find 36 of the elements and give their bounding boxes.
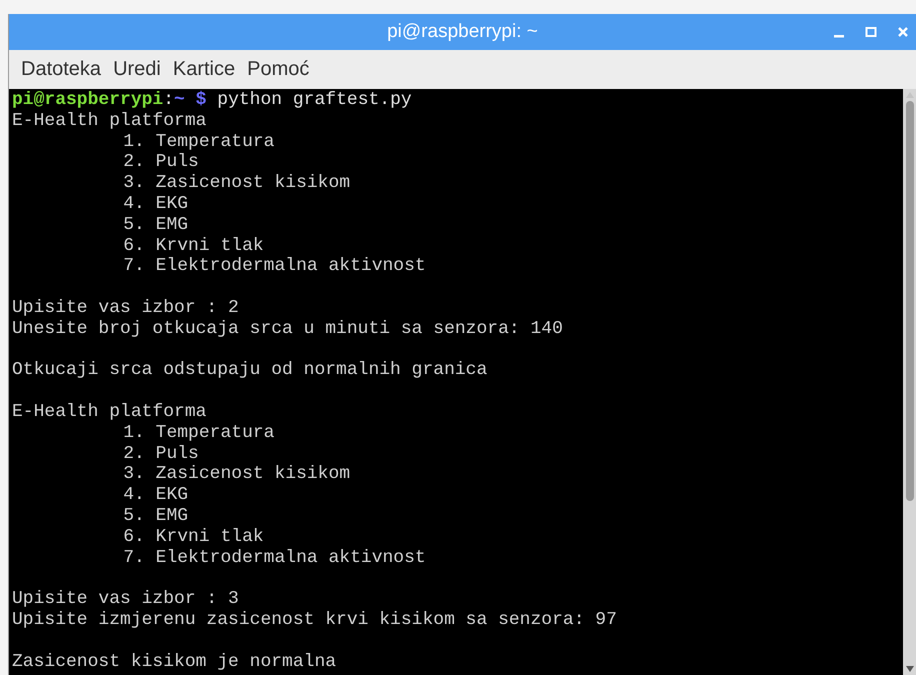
menu-option-line: 5. EMG: [123, 506, 188, 526]
output-line: Zasicenost kisikom je normalna: [12, 652, 336, 672]
menu-option-line: 5. EMG: [123, 214, 188, 235]
output-line: E-Health platforma: [12, 402, 206, 422]
menu-option-line: 3. Zasicenost kisikom: [123, 173, 350, 194]
prompt-user-host: pi@raspberrypi: [12, 90, 164, 110]
scrollbar-thumb[interactable]: [906, 101, 914, 501]
menu-item[interactable]: Kartice: [166, 58, 242, 81]
output-line: E-Health platforma: [12, 110, 206, 131]
menu-option-line: 4. EKG: [123, 194, 188, 214]
menu-option-line: 7. Elektrodermalna aktivnost: [123, 256, 426, 276]
menu-item[interactable]: Uredi: [107, 58, 167, 81]
menu-option-line: 7. Elektrodermalna aktivnost: [123, 548, 426, 568]
output-line: Upisite izmjerenu zasicenost krvi kisikom sa senzora: 97: [12, 610, 617, 630]
close-icon[interactable]: [896, 25, 910, 39]
window-title: pi@raspberrypi: ~: [387, 21, 538, 43]
output-line: Upisite vas izbor : 3: [12, 589, 239, 610]
output-line: Unesite broj otkucaja srca u minuti sa senzora: 140: [12, 318, 563, 339]
output-line: Upisite vas izbor : 2: [12, 298, 239, 318]
menu-option-line: 2. Puls: [123, 444, 199, 464]
maximize-icon[interactable]: [864, 25, 878, 39]
command-text: python graftest.py: [217, 90, 412, 110]
menu-option-line: 2. Puls: [123, 152, 199, 172]
output-line: Otkucaji srca odstupaju od normalnih granica: [12, 360, 488, 380]
prompt-symbol: $: [196, 90, 206, 110]
scroll-down-icon[interactable]: [904, 665, 914, 673]
menu-option-line: 1. Temperatura: [123, 132, 274, 152]
prompt-path: ~: [174, 90, 185, 110]
menu-option-line: 4. EKG: [123, 485, 188, 506]
menu-option-line: 3. Zasicenost kisikom: [123, 464, 350, 484]
menu-option-line: 6. Krvni tlak: [123, 236, 264, 256]
menu-option-line: 6. Krvni tlak: [123, 526, 264, 547]
menu-item[interactable]: Datoteka: [15, 58, 108, 81]
menu-item[interactable]: Pomoć: [241, 58, 316, 81]
menu-option-line: 1. Temperatura: [123, 422, 274, 443]
prompt-separator: :: [163, 90, 174, 110]
